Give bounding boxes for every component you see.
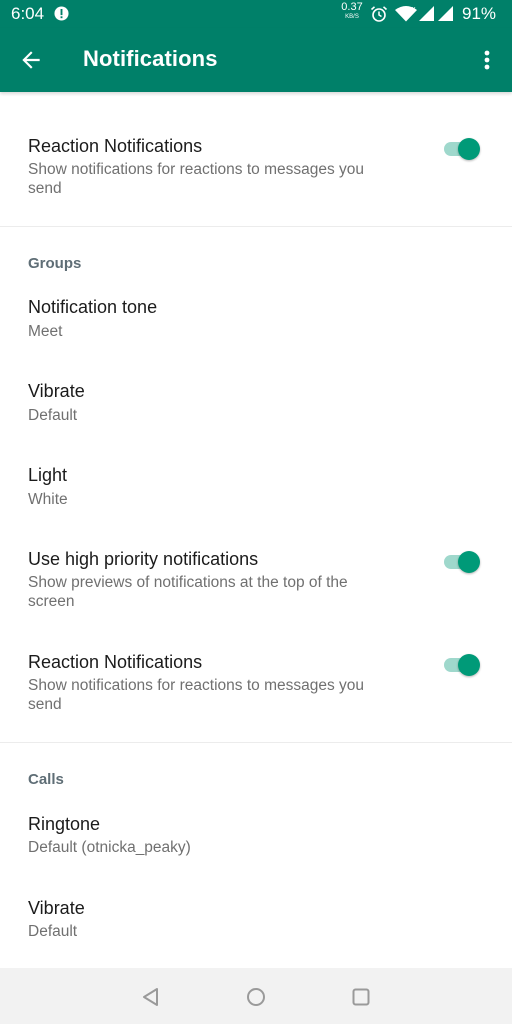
setting-title: Reaction Notifications (28, 652, 203, 672)
nav-back-icon[interactable] (140, 986, 162, 1008)
setting-call-vibrate[interactable]: Vibrate Default (0, 890, 512, 962)
setting-title: Reaction Notifications (28, 136, 203, 156)
group-reaction-toggle[interactable] (442, 652, 482, 678)
setting-value: Meet (28, 323, 63, 340)
nav-recents-icon[interactable] (350, 986, 372, 1008)
toggle-thumb (458, 551, 480, 573)
alert-icon (54, 6, 69, 21)
high-priority-toggle[interactable] (442, 549, 482, 575)
section-divider (0, 226, 512, 227)
setting-title: Notification tone (28, 297, 158, 317)
section-divider (0, 742, 512, 743)
setting-value: White (28, 491, 68, 508)
reaction-notifications-toggle[interactable] (442, 136, 482, 162)
setting-value: Default (28, 407, 78, 424)
setting-high-priority-notifications[interactable]: Use high priority notifications Show pre… (0, 542, 512, 626)
setting-call-ringtone[interactable]: Ringtone Default (otnicka_peaky) (0, 806, 512, 878)
alarm-icon (370, 6, 388, 22)
section-header-groups: Groups (28, 255, 82, 272)
toggle-thumb (458, 138, 480, 160)
setting-subtitle: Show notifications for reactions to mess… (28, 161, 365, 197)
battery-level: 91% (462, 4, 497, 23)
back-arrow-icon[interactable] (18, 47, 44, 73)
network-speed: 0.37 KB/S (340, 1, 364, 22)
setting-title: Vibrate (28, 381, 85, 401)
setting-title: Vibrate (28, 898, 85, 918)
section-header-calls: Calls (28, 771, 64, 788)
setting-title: Light (28, 465, 68, 485)
status-bar: 6:04 0.37 KB/S x 91% (0, 0, 512, 28)
setting-value: Default (otnicka_peaky) (28, 839, 191, 856)
setting-group-notification-tone[interactable]: Notification tone Meet (0, 290, 512, 362)
system-nav-bar (0, 968, 512, 1024)
page-title: Notifications (83, 46, 218, 71)
signal-icon (419, 6, 434, 21)
toggle-thumb (458, 654, 480, 676)
signal-icon (438, 6, 453, 21)
network-speed-value: 0.37 (341, 1, 363, 13)
setting-group-light[interactable]: Light White (0, 458, 512, 530)
wifi-icon: x (395, 6, 417, 22)
setting-group-reaction-notifications[interactable]: Reaction Notifications Show notification… (0, 645, 512, 729)
status-time: 6:04 (11, 4, 45, 23)
more-vert-icon[interactable] (476, 46, 498, 74)
network-speed-unit: KB/S (345, 14, 359, 20)
setting-value: Default (28, 923, 78, 940)
svg-text:x: x (412, 6, 416, 13)
setting-title: Use high priority notifications (28, 549, 259, 569)
setting-title: Ringtone (28, 814, 101, 834)
setting-subtitle: Show notifications for reactions to mess… (28, 677, 365, 713)
nav-home-icon[interactable] (245, 986, 267, 1008)
setting-subtitle: Show previews of notifications at the to… (28, 574, 348, 610)
app-bar: Notifications (0, 28, 512, 92)
setting-group-vibrate[interactable]: Vibrate Default (0, 374, 512, 446)
setting-reaction-notifications[interactable]: Reaction Notifications Show notification… (0, 128, 512, 212)
